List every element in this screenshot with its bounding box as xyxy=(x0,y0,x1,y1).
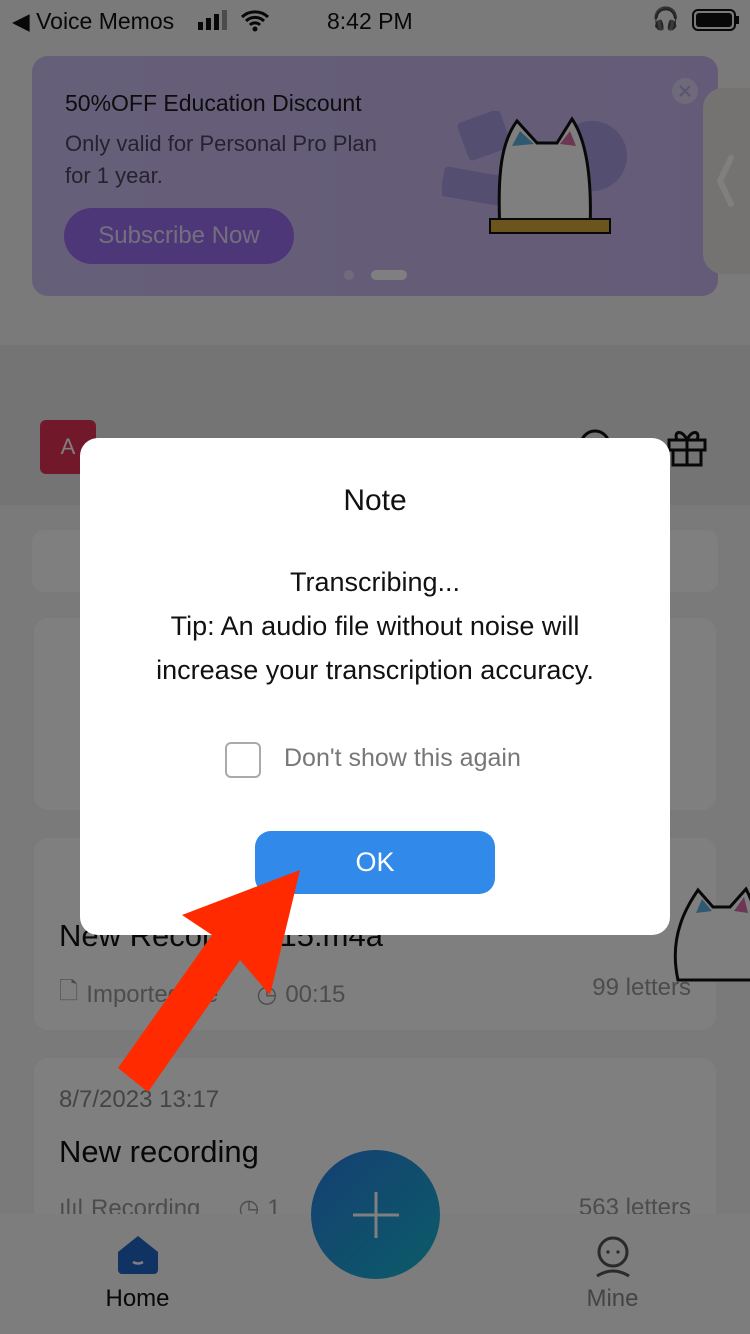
dialog-title: Note xyxy=(343,484,407,517)
dont-show-again-checkbox[interactable] xyxy=(225,742,261,778)
dialog-message-line: Transcribing... xyxy=(289,567,461,597)
dialog-message: Transcribing... Tip: An audio file witho… xyxy=(80,560,670,692)
dont-show-again-label[interactable]: Don't show this again xyxy=(284,744,521,773)
note-dialog: Note Transcribing... Tip: An audio file … xyxy=(80,438,670,935)
dialog-message-line: increase your transcription accuracy. xyxy=(156,655,594,685)
dialog-message-line: Tip: An audio file without noise will xyxy=(170,611,580,641)
ok-button[interactable]: OK xyxy=(255,831,495,894)
